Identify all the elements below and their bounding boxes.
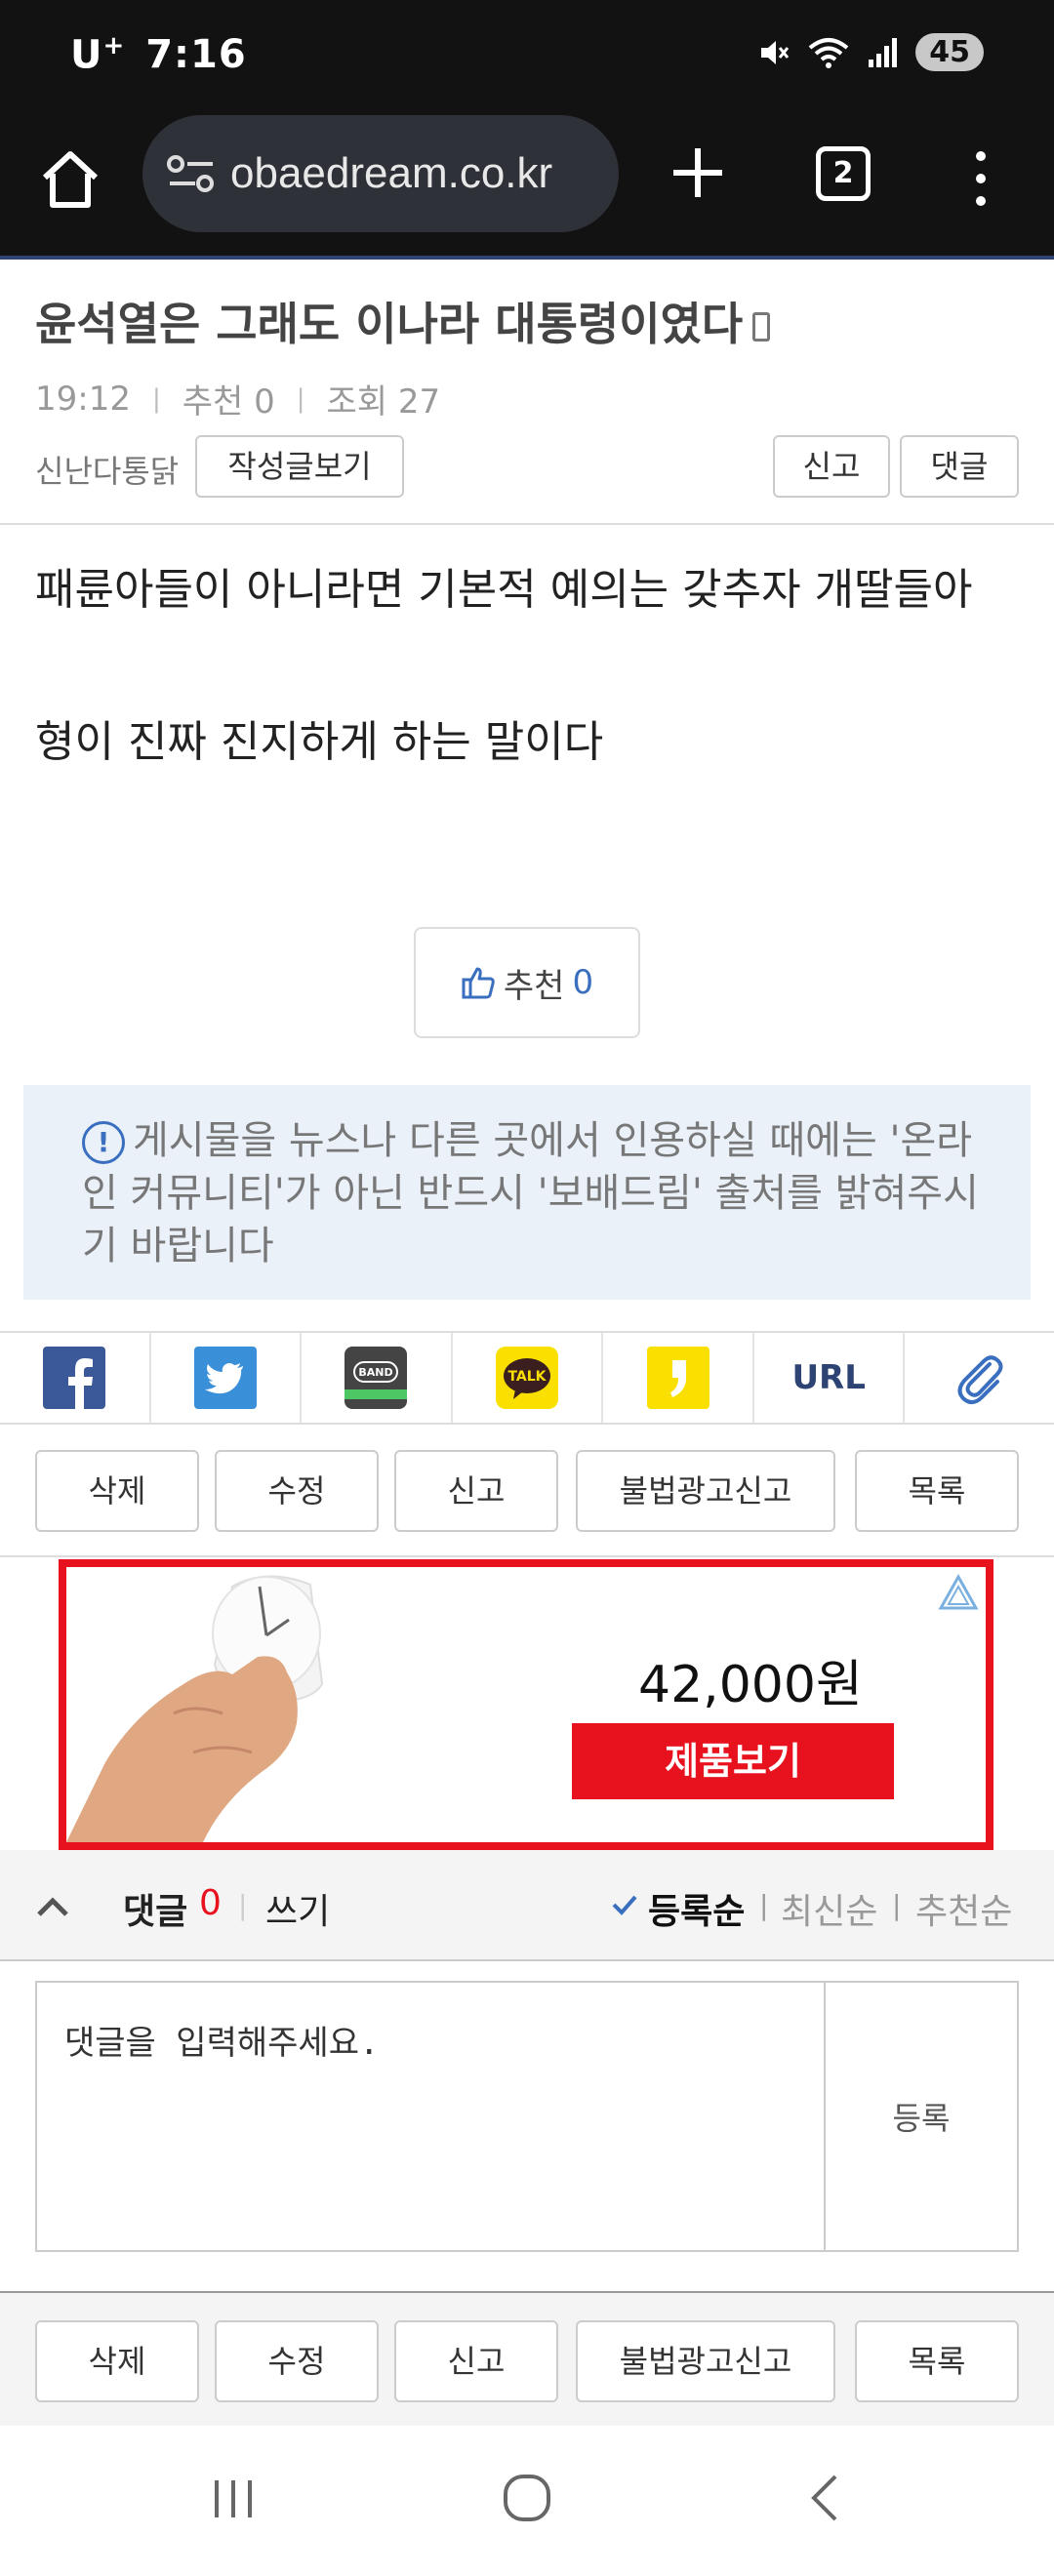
- kakaostory-icon: [646, 1347, 709, 1409]
- report-button-top[interactable]: 신고: [773, 435, 890, 498]
- illegal-ad-report-button[interactable]: 불법광고신고: [576, 2320, 835, 2402]
- url-text[interactable]: obaedream.co.kr: [230, 149, 552, 198]
- divider: [0, 1555, 1054, 1557]
- label-separator: |: [238, 1889, 248, 1921]
- status-bar: U+ 7:16 45: [0, 0, 1054, 115]
- mute-icon: [761, 40, 790, 64]
- carrier-label: U: [70, 32, 103, 78]
- talk-label: TALK: [507, 1369, 547, 1385]
- site-settings-icon[interactable]: [166, 154, 217, 193]
- post-action-row: 삭제 수정 신고 불법광고신고 목록: [35, 1450, 1019, 1532]
- share-row: BAND TALK URL: [0, 1331, 1054, 1425]
- product-image: [66, 1575, 324, 1842]
- kakaotalk-icon: TALK: [496, 1347, 559, 1409]
- check-icon: [612, 1895, 637, 1915]
- post-body-line: 패륜아들이 아니라면 기본적 예의는 갖추자 개딸들아: [35, 565, 973, 615]
- share-url[interactable]: URL: [754, 1333, 906, 1423]
- advertisement-banner[interactable]: 42,000원 제품보기: [59, 1559, 993, 1850]
- recommend-button[interactable]: 추천 0: [414, 927, 640, 1038]
- post-recommend-count: 추천 0: [182, 382, 275, 422]
- sort-separator: |: [759, 1889, 769, 1921]
- share-twitter[interactable]: [151, 1333, 303, 1423]
- divider: [0, 523, 1054, 525]
- comment-form: 등록: [35, 1981, 1019, 2252]
- comment-header: 댓글 0 | 쓰기 등록순 | 최신순 | 추천순: [0, 1850, 1054, 1961]
- more-menu-icon[interactable]: [966, 144, 995, 213]
- home-nav-icon[interactable]: [500, 2471, 554, 2525]
- write-comment-link[interactable]: 쓰기: [265, 1883, 330, 1934]
- edit-button[interactable]: 수정: [215, 2320, 379, 2402]
- illegal-ad-report-button[interactable]: 불법광고신고: [576, 1450, 835, 1532]
- battery-indicator: 45: [915, 33, 984, 71]
- sort-latest[interactable]: 최신순: [781, 1883, 877, 1934]
- browser-toolbar: obaedream.co.kr 2: [0, 115, 1054, 260]
- post-body-line-empty: [35, 628, 1021, 704]
- share-band[interactable]: BAND: [302, 1333, 453, 1423]
- post-title: 윤석열은 그래도 이나라 대통령이였다: [35, 289, 771, 353]
- mobile-icon: [752, 312, 771, 342]
- bottom-action-row: 삭제 수정 신고 불법광고신고 목록: [35, 2320, 1019, 2402]
- list-button[interactable]: 목록: [855, 1450, 1019, 1532]
- facebook-icon: [43, 1347, 106, 1409]
- sort-recommended[interactable]: 추천순: [915, 1883, 1012, 1934]
- share-clip[interactable]: [905, 1333, 1054, 1423]
- share-facebook[interactable]: [0, 1333, 151, 1423]
- post-meta: 19:12 | 추천 0 | 조회 27: [35, 375, 440, 423]
- post-time: 19:12: [35, 379, 131, 419]
- list-button[interactable]: 목록: [855, 2320, 1019, 2402]
- system-nav-bar: [0, 2426, 1054, 2576]
- twitter-icon: [193, 1347, 257, 1409]
- clock: 7:16: [145, 32, 247, 78]
- sort-registered[interactable]: 등록순: [648, 1883, 745, 1934]
- share-kakaotalk[interactable]: TALK: [453, 1333, 604, 1423]
- comment-button-top[interactable]: 댓글: [900, 435, 1019, 498]
- ad-choices-icon[interactable]: [937, 1573, 980, 1612]
- citation-notice: ! 게시물을 뉴스나 다른 곳에서 인용하실 때에는 '온라인 커뮤니티'가 아닌…: [23, 1085, 1031, 1300]
- comment-label: 댓글: [123, 1892, 188, 1932]
- author-name[interactable]: 신난다통닭: [35, 447, 179, 492]
- submit-comment-button[interactable]: 등록: [826, 1983, 1017, 2250]
- post-body-line: 형이 진짜 진지하게 하는 말이다: [35, 717, 604, 767]
- signal-icon: [869, 37, 898, 67]
- post-title-text: 윤석열은 그래도 이나라 대통령이였다: [35, 298, 744, 350]
- view-author-posts-button[interactable]: 작성글보기: [195, 435, 404, 498]
- recent-apps-icon[interactable]: [209, 2475, 258, 2523]
- post-view-count: 조회 27: [326, 382, 441, 422]
- report-button[interactable]: 신고: [394, 2320, 558, 2402]
- delete-button[interactable]: 삭제: [35, 2320, 199, 2402]
- status-icons: 45: [757, 33, 984, 71]
- wifi-icon: [808, 37, 849, 68]
- url-label: URL: [791, 1358, 866, 1397]
- thumbs-up-icon: [462, 967, 495, 999]
- tab-switcher-button[interactable]: 2: [816, 146, 871, 201]
- report-button[interactable]: 신고: [394, 1450, 558, 1532]
- share-kakaostory[interactable]: [603, 1333, 754, 1423]
- carrier-time: U+ 7:16: [70, 31, 247, 77]
- address-bar[interactable]: obaedream.co.kr: [142, 115, 619, 232]
- new-tab-icon[interactable]: [664, 139, 732, 207]
- ad-price: 42,000원: [638, 1656, 863, 1714]
- back-icon[interactable]: [804, 2471, 843, 2525]
- post-body: 패륜아들이 아니라면 기본적 예의는 갖추자 개딸들아 형이 진짜 진지하게 하…: [35, 552, 1021, 781]
- meta-separator: |: [151, 383, 161, 414]
- edit-button[interactable]: 수정: [215, 1450, 379, 1532]
- paperclip-icon: [957, 1355, 1003, 1404]
- info-icon: !: [82, 1121, 125, 1164]
- view-product-button[interactable]: 제품보기: [572, 1723, 894, 1799]
- recommend-count: 0: [572, 963, 594, 1002]
- chevron-up-icon[interactable]: [35, 1895, 70, 1918]
- comment-input[interactable]: [37, 1983, 826, 2250]
- meta-separator: |: [296, 383, 305, 414]
- recommend-label: 추천: [503, 966, 565, 1006]
- delete-button[interactable]: 삭제: [35, 1450, 199, 1532]
- comment-count: 0: [199, 1883, 222, 1923]
- notice-text: 게시물을 뉴스나 다른 곳에서 인용하실 때에는 '온라인 커뮤니티'가 아닌 …: [82, 1118, 979, 1268]
- home-icon[interactable]: [35, 144, 105, 215]
- sort-separator: |: [892, 1889, 902, 1921]
- band-icon: BAND: [345, 1347, 408, 1409]
- carrier-plus: +: [102, 31, 126, 60]
- band-label: BAND: [359, 1366, 393, 1379]
